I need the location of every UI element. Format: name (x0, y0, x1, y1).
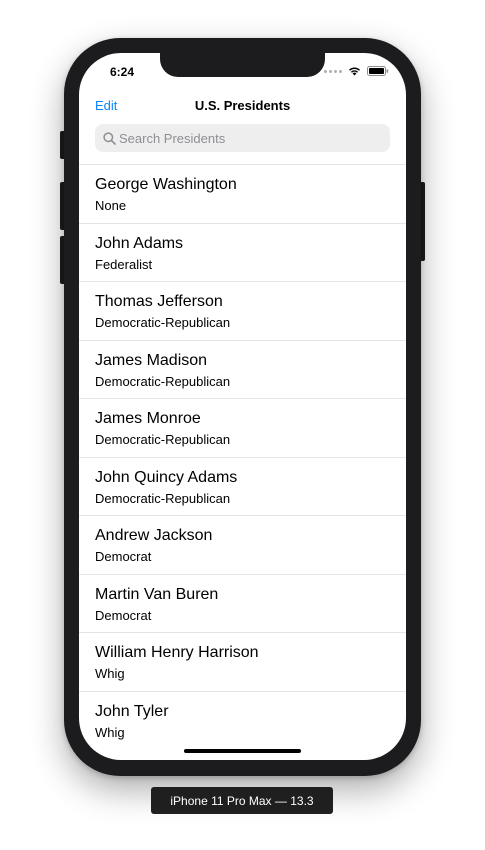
president-name: Thomas Jefferson (95, 293, 223, 310)
navigation-bar: Edit U.S. Presidents (79, 96, 406, 118)
list-item[interactable]: James Monroe Democratic-Republican (79, 398, 406, 457)
search-input[interactable] (119, 130, 379, 146)
president-name: George Washington (95, 176, 237, 193)
president-party: Democrat (95, 549, 152, 564)
search-bar[interactable] (95, 124, 390, 152)
status-indicators (324, 66, 389, 76)
search-icon (101, 130, 117, 146)
device-screen: 6:24 Edit U.S. Presidents Search Preside… (79, 53, 406, 760)
list-item[interactable]: Thomas Jefferson Democratic-Republican (79, 281, 406, 340)
president-party: Democratic-Republican (95, 432, 231, 447)
list-item[interactable]: John Adams Federalist (79, 222, 406, 282)
list-item[interactable]: Martin Van Buren Democrat (79, 573, 406, 633)
device-label: iPhone 11 Pro Max — 13.3 (151, 787, 333, 814)
president-party: Democratic-Republican (95, 490, 231, 506)
president-party: Whig (95, 724, 125, 740)
list-item[interactable]: John Tyler Whig (79, 690, 406, 750)
presidents-list: George Washington None John Adams Federa… (79, 164, 406, 749)
list-item[interactable]: John Quincy Adams Democratic-Republican (79, 456, 406, 516)
president-party: Democratic-Republican (95, 373, 231, 389)
notch (160, 53, 325, 77)
president-name: James Madison (95, 351, 208, 369)
president-name: Martin Van Buren (95, 585, 219, 603)
battery-icon (367, 66, 389, 76)
list-item[interactable]: Andrew Jackson Democrat (79, 515, 406, 574)
president-party: Democratic-Republican (95, 315, 231, 330)
president-party: Democrat (95, 607, 152, 623)
status-time: 6:24 (110, 65, 135, 79)
president-name: John Tyler (95, 702, 169, 720)
president-name: John Quincy Adams (95, 468, 238, 486)
list-item[interactable]: George Washington None (79, 164, 406, 223)
home-indicator[interactable] (184, 749, 301, 753)
page-title: U.S. Presidents (194, 98, 291, 113)
cellular-signal-icon (324, 69, 342, 73)
president-name: James Monroe (95, 410, 201, 427)
president-party: None (95, 198, 127, 213)
president-name: John Adams (95, 234, 184, 252)
president-name: Andrew Jackson (95, 527, 213, 544)
simulator-stage: 6:24 Edit U.S. Presidents Search Preside… (0, 0, 485, 850)
wifi-icon (349, 67, 360, 76)
list-item[interactable]: James Madison Democratic-Republican (79, 339, 406, 399)
list-item[interactable]: William Henry Harrison Whig (79, 632, 406, 691)
president-party: Federalist (95, 256, 153, 272)
president-name: William Henry Harrison (95, 644, 259, 661)
president-party: Whig (95, 666, 125, 681)
